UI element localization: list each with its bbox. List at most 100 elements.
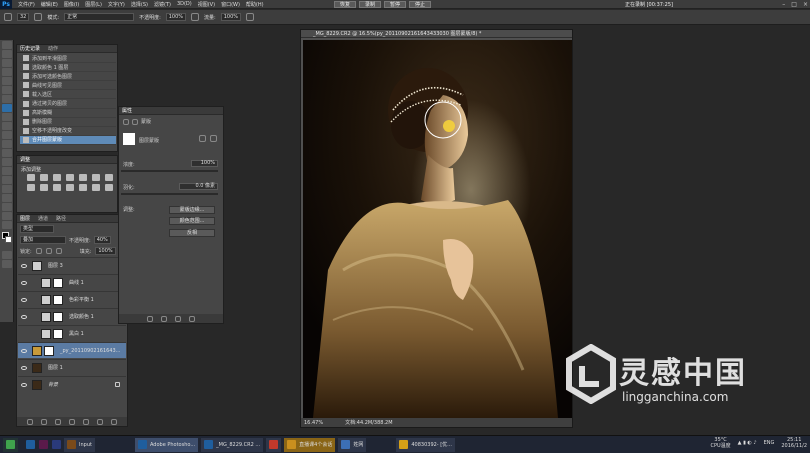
menu-select[interactable]: 选择(S) (131, 1, 148, 8)
layer-kind-filter[interactable]: 类型 (20, 225, 54, 233)
menu-layer[interactable]: 图层(L) (85, 1, 102, 8)
history-item[interactable]: 曲线可见图层 (20, 81, 116, 91)
threshold-icon[interactable] (92, 184, 100, 191)
menu-file[interactable]: 文件(F) (18, 1, 35, 8)
lock-position-icon[interactable] (45, 248, 52, 254)
gradient-tool-icon[interactable] (1, 140, 12, 148)
brush-size-picker[interactable]: 32 (17, 13, 30, 21)
healing-tool-icon[interactable] (1, 95, 12, 103)
layer-row[interactable]: 色彩平衡 1 (18, 291, 126, 307)
taskbar-item-input[interactable]: Input (64, 437, 95, 452)
eraser-tool-icon[interactable] (1, 131, 12, 139)
move-tool-icon[interactable] (1, 41, 12, 49)
quick-mask-icon[interactable] (1, 251, 12, 259)
brush-tool-icon[interactable] (1, 104, 12, 112)
visibility-eye-icon[interactable] (21, 297, 27, 302)
history-item[interactable]: 添加到平滑图层 (20, 54, 116, 64)
density-input[interactable]: 100% (191, 160, 218, 167)
invert-button[interactable]: 反相 (169, 229, 215, 237)
layer-row[interactable]: 曲线 1 (18, 274, 126, 290)
color-balance-icon[interactable] (105, 174, 113, 181)
dodge-tool-icon[interactable] (1, 158, 12, 166)
start-button[interactable] (3, 437, 18, 452)
screen-mode-icon[interactable] (1, 260, 12, 268)
brightness-icon[interactable] (27, 174, 35, 181)
visibility-eye-icon[interactable] (21, 314, 27, 319)
ps-taskbar-icon[interactable] (26, 440, 35, 449)
cpu-temp-widget[interactable]: 35°C CPU温度 (710, 437, 730, 449)
pixel-mask-icon[interactable] (123, 118, 129, 125)
clock[interactable]: 25:11 2016/11/2 (781, 437, 807, 449)
menu-help[interactable]: 帮助(H) (246, 1, 264, 8)
menu-edit[interactable]: 编辑(E) (41, 1, 58, 8)
menu-type[interactable]: 文字(Y) (108, 1, 125, 8)
close-icon[interactable]: × (803, 0, 808, 9)
flow-input[interactable]: 100% (220, 13, 242, 21)
document-tab[interactable]: _MG_8229.CR2 @ 16.5%(py_2011090216164343… (301, 30, 572, 38)
pressure-opacity-icon[interactable] (191, 13, 200, 21)
hand-tool-icon[interactable] (1, 203, 12, 211)
visibility-eye-icon[interactable] (21, 348, 27, 353)
vector-mask-icon[interactable] (132, 118, 138, 125)
lasso-tool-icon[interactable] (1, 59, 12, 67)
lock-all-icon[interactable] (55, 248, 62, 254)
airbrush-icon[interactable] (246, 13, 255, 21)
delete-layer-icon[interactable] (111, 418, 117, 425)
invert-icon[interactable] (66, 184, 74, 191)
taskbar-item-chat[interactable]: 40830392- [优... (396, 437, 455, 452)
taskbar-item-app[interactable] (266, 437, 282, 452)
tab-paths[interactable]: 路径 (56, 215, 66, 222)
shape-tool-icon[interactable] (1, 194, 12, 202)
layer-row[interactable]: 背景 (18, 376, 126, 392)
history-brush-tool-icon[interactable] (1, 122, 12, 130)
density-slider[interactable] (121, 170, 218, 172)
ae-taskbar-icon[interactable] (39, 440, 48, 449)
history-item[interactable]: 载入选区 (20, 90, 116, 100)
type-tool-icon[interactable] (1, 176, 12, 184)
feather-input[interactable]: 0.0 像素 (179, 183, 218, 190)
fill-input[interactable]: 100% (95, 247, 116, 255)
menu-image[interactable]: 图像(I) (64, 1, 79, 8)
exposure-icon[interactable] (66, 174, 74, 181)
hue-saturation-icon[interactable] (92, 174, 100, 181)
new-layer-icon[interactable] (97, 418, 103, 425)
apply-mask-icon[interactable] (161, 315, 167, 322)
input-language[interactable]: ENG (764, 440, 775, 446)
load-selection-icon[interactable] (147, 315, 153, 322)
taskbar-item-document[interactable]: _MG_8229.CR2 ... (201, 437, 264, 452)
mode-select[interactable]: 正常 (64, 13, 135, 21)
feather-slider[interactable] (121, 193, 218, 195)
minimize-icon[interactable]: – (782, 0, 785, 9)
taskbar-item-live[interactable]: 直播课4个会话 (284, 437, 336, 452)
vibrance-icon[interactable] (79, 174, 87, 181)
posterize-icon[interactable] (79, 184, 87, 191)
visibility-eye-icon[interactable] (21, 365, 27, 370)
layer-row[interactable]: 选取颜色 1 (18, 308, 126, 324)
delete-mask-icon[interactable] (189, 315, 195, 322)
lock-pixels-icon[interactable] (35, 248, 42, 254)
tab-actions[interactable]: 动作 (48, 45, 58, 52)
layer-row[interactable]: 图层 1 (18, 359, 126, 375)
zoom-tool-icon[interactable] (1, 212, 12, 220)
layer-row[interactable]: 图层 3 (18, 257, 126, 273)
color-range-button[interactable]: 颜色范围... (169, 217, 215, 225)
maximize-icon[interactable]: □ (791, 0, 797, 9)
history-item[interactable]: 选取颜色 1 图层 (20, 63, 116, 73)
history-item[interactable]: 通过拷贝的图层 (20, 99, 116, 109)
record-button[interactable]: 录制 (359, 1, 382, 8)
color-lookup-icon[interactable] (53, 184, 61, 191)
visibility-eye-icon[interactable] (21, 263, 27, 268)
menu-view[interactable]: 视图(V) (198, 1, 215, 8)
pause-button[interactable]: 暂停 (384, 1, 407, 8)
layer-row[interactable]: 黑白 1 (18, 325, 126, 341)
channel-mixer-icon[interactable] (40, 184, 48, 191)
history-item[interactable]: 高斯模糊 (20, 109, 116, 118)
photo-canvas[interactable] (303, 40, 572, 418)
history-item-selected[interactable]: 合并图层蒙版 (20, 135, 116, 145)
tab-history[interactable]: 历史记录 (20, 45, 40, 52)
curves-icon[interactable] (53, 174, 61, 181)
opacity-input[interactable]: 100% (165, 13, 187, 21)
blur-tool-icon[interactable] (1, 149, 12, 157)
visibility-eye-icon[interactable] (21, 280, 27, 285)
tab-layers[interactable]: 图层 (20, 215, 30, 222)
